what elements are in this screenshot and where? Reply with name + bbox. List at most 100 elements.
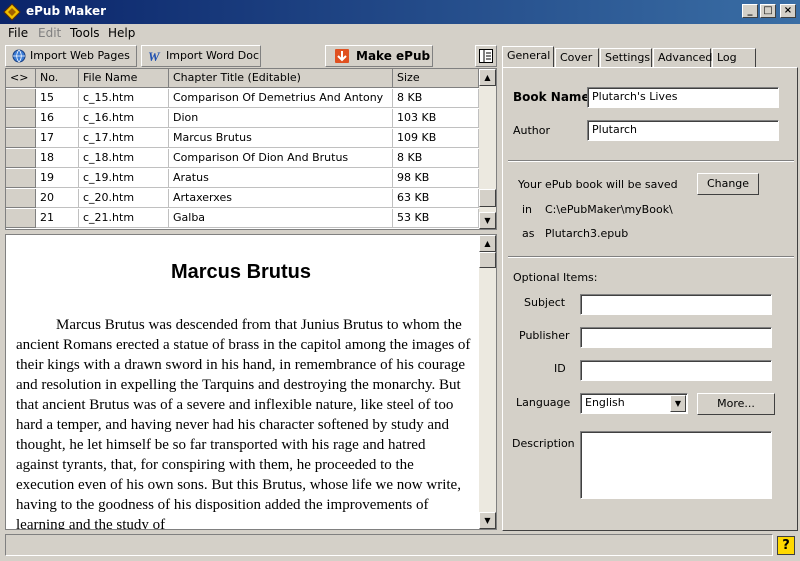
cell-row-number: 18 [36, 149, 79, 168]
row-select-handle[interactable] [6, 129, 36, 148]
row-select-handle[interactable] [6, 149, 36, 168]
preview-body: Marcus Brutus was descended from that Ju… [16, 317, 471, 530]
cell-file-size: 8 KB [393, 89, 479, 108]
menu-bar: File Edit Tools Help [0, 24, 800, 43]
more-languages-button[interactable]: More... [697, 393, 775, 415]
author-label: Author [513, 124, 551, 137]
columns-icon [479, 49, 493, 63]
save-path: C:\ePubMaker\myBook\ [545, 203, 673, 216]
separator [508, 256, 794, 258]
menu-file[interactable]: File [8, 26, 28, 40]
row-select-handle[interactable] [6, 209, 36, 228]
cell-chapter-title[interactable]: Comparison Of Demetrius And Antony [169, 89, 393, 108]
column-header-size[interactable]: Size [393, 69, 479, 88]
cell-file-name: c_18.htm [79, 149, 169, 168]
column-header-chapter-title[interactable]: Chapter Title (Editable) [169, 69, 393, 88]
preview-title: Marcus Brutus [170, 261, 312, 283]
preview-scroll-thumb[interactable] [479, 252, 496, 268]
word-icon: W [148, 49, 161, 63]
scroll-up-arrow-icon[interactable]: ▲ [479, 235, 496, 252]
tab-settings[interactable]: Settings [600, 48, 652, 68]
cell-file-size: 109 KB [393, 129, 479, 148]
cell-row-number: 21 [36, 209, 79, 228]
download-arrow-icon [335, 49, 349, 63]
chapter-grid: <> No. File Name Chapter Title (Editable… [5, 68, 497, 230]
cell-file-name: c_19.htm [79, 169, 169, 188]
import-word-doc-button[interactable]: W Import Word Doc [141, 45, 261, 67]
change-button[interactable]: Change [697, 173, 759, 195]
as-label: as [522, 227, 535, 240]
optional-items-label: Optional Items: [513, 271, 598, 284]
maximize-button[interactable]: □ [760, 4, 776, 18]
minimize-button[interactable]: _ [742, 4, 758, 18]
scroll-up-arrow-icon[interactable]: ▲ [479, 69, 496, 86]
epub-maker-icon [3, 3, 21, 21]
column-header-no[interactable]: No. [36, 69, 79, 88]
cell-file-name: c_20.htm [79, 189, 169, 208]
cell-file-name: c_17.htm [79, 129, 169, 148]
row-select-handle[interactable] [6, 109, 36, 128]
tab-general[interactable]: General [502, 46, 554, 68]
panel-toggle-button[interactable] [475, 45, 497, 67]
id-field[interactable] [580, 360, 772, 381]
menu-tools[interactable]: Tools [70, 26, 100, 40]
cell-file-size: 103 KB [393, 109, 479, 128]
menu-help[interactable]: Help [108, 26, 135, 40]
row-select-handle[interactable] [6, 169, 36, 188]
cell-chapter-title[interactable]: Aratus [169, 169, 393, 188]
column-header-file-name[interactable]: File Name [79, 69, 169, 88]
language-label: Language [516, 396, 571, 409]
save-filename: Plutarch3.epub [545, 227, 629, 240]
cell-file-name: c_21.htm [79, 209, 169, 228]
cell-chapter-title[interactable]: Comparison Of Dion And Brutus [169, 149, 393, 168]
close-button[interactable]: × [780, 4, 796, 18]
separator [508, 160, 794, 162]
save-location-text: Your ePub book will be saved [518, 178, 678, 191]
tab-advanced[interactable]: Advanced [653, 48, 712, 68]
cell-file-size: 53 KB [393, 209, 479, 228]
language-select[interactable]: English ▼ [580, 393, 688, 414]
scroll-down-arrow-icon[interactable]: ▼ [479, 512, 496, 529]
cell-file-size: 8 KB [393, 149, 479, 168]
subject-field[interactable] [580, 294, 772, 315]
author-field[interactable]: Plutarch [587, 120, 779, 141]
tab-cover[interactable]: Cover [555, 48, 599, 68]
publisher-field[interactable] [580, 327, 772, 348]
description-field[interactable] [580, 431, 772, 499]
chevron-down-icon[interactable]: ▼ [670, 395, 686, 412]
grid-scrollbar[interactable]: ▲ ▼ [479, 69, 496, 229]
grid-scroll-thumb[interactable] [479, 189, 496, 207]
import-web-pages-button[interactable]: Import Web Pages [5, 45, 137, 67]
cell-row-number: 15 [36, 89, 79, 108]
row-select-handle[interactable] [6, 89, 36, 108]
tab-log[interactable]: Log [712, 48, 756, 68]
make-epub-button[interactable]: Make ePub [325, 45, 433, 67]
row-select-handle[interactable] [6, 189, 36, 208]
help-icon[interactable]: ? [777, 536, 795, 555]
cell-file-name: c_15.htm [79, 89, 169, 108]
cell-chapter-title[interactable]: Marcus Brutus [169, 129, 393, 148]
column-header-order[interactable]: <> [6, 69, 36, 88]
status-bar [5, 534, 773, 556]
globe-icon [12, 49, 26, 63]
cell-row-number: 17 [36, 129, 79, 148]
title-bar[interactable]: ePub Maker _ □ × [0, 0, 800, 24]
menu-edit[interactable]: Edit [38, 26, 61, 40]
settings-tabs: General Cover Settings Advanced Log [502, 46, 798, 68]
svg-text:W: W [148, 49, 161, 63]
subject-label: Subject [524, 296, 566, 309]
cell-file-size: 63 KB [393, 189, 479, 208]
cell-chapter-title[interactable]: Artaxerxes [169, 189, 393, 208]
window-title: ePub Maker [26, 4, 106, 18]
cell-row-number: 19 [36, 169, 79, 188]
cell-file-size: 98 KB [393, 169, 479, 188]
publisher-label: Publisher [519, 329, 570, 342]
cell-chapter-title[interactable]: Dion [169, 109, 393, 128]
preview-scrollbar[interactable]: ▲ ▼ [479, 235, 496, 529]
cell-chapter-title[interactable]: Galba [169, 209, 393, 228]
cell-file-name: c_16.htm [79, 109, 169, 128]
book-name-field[interactable]: Plutarch's Lives [587, 87, 779, 108]
cell-row-number: 16 [36, 109, 79, 128]
scroll-down-arrow-icon[interactable]: ▼ [479, 212, 496, 229]
book-name-label: Book Name [513, 90, 590, 104]
